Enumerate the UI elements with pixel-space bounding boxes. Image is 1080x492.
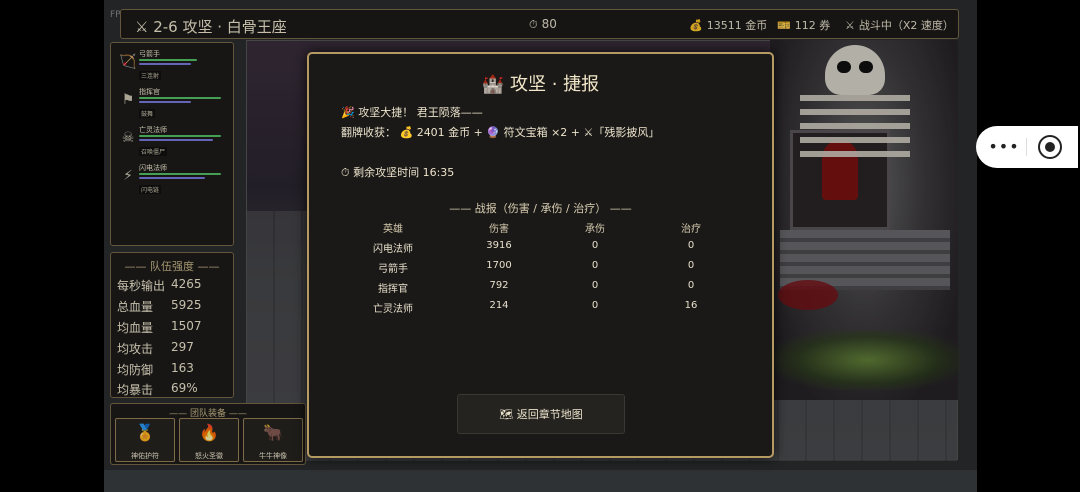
- castle-icon: 🏰: [481, 74, 505, 95]
- table-cell: 0: [687, 260, 695, 271]
- letterbox-right: [977, 0, 1080, 492]
- table-cell: 0: [591, 280, 599, 291]
- table-cell: 1700: [486, 260, 512, 271]
- return-to-chapter-map-button[interactable]: 🗺 返回章节地图: [457, 394, 625, 434]
- record-close-icon[interactable]: [1038, 135, 1062, 159]
- table-cell: 214: [489, 300, 509, 311]
- table-cell: 指挥官: [378, 284, 408, 295]
- table-cell: 16: [684, 300, 698, 311]
- table-cell: 闪电法师: [373, 244, 413, 255]
- column-header: 英雄: [383, 224, 403, 235]
- modal-title: 🏰 攻坚 · 捷报: [309, 70, 772, 96]
- table-cell: 0: [687, 280, 695, 291]
- table-cell: 0: [591, 240, 599, 251]
- more-dots-icon[interactable]: •••: [986, 138, 1022, 156]
- capsule-divider: [1026, 138, 1027, 156]
- modal-title-text: 攻坚 · 捷报: [509, 74, 600, 95]
- victory-report-modal: 🏰 攻坚 · 捷报 🎉 攻坚大捷！ 君王陨落—— 翻牌收获： 💰 2401 金币…: [307, 52, 774, 458]
- table-cell: 0: [591, 300, 599, 311]
- loot-text: 翻牌收获： 💰 2401 金币 + 🔮 符文宝箱 ×2 + ⚔「残影披风」: [341, 126, 660, 139]
- column-header: 伤害: [489, 224, 509, 235]
- table-cell: 0: [687, 240, 695, 251]
- table-cell: 弓箭手: [378, 264, 408, 275]
- letterbox-left: [0, 0, 104, 492]
- record-close-dot: [1045, 142, 1055, 152]
- table-cell: 亡灵法师: [373, 304, 413, 315]
- table-cell: 792: [489, 280, 509, 291]
- table-cell: 3916: [486, 240, 512, 251]
- table-cell: 0: [591, 260, 599, 271]
- column-header: 承伤: [585, 224, 605, 235]
- mini-program-capsule: •••: [976, 126, 1078, 168]
- victory-text: 🎉 攻坚大捷！ 君王陨落——: [341, 106, 483, 119]
- remaining-time-text: ⏱ 剩余攻坚时间 16:35: [341, 166, 455, 179]
- report-heading: —— 战报（伤害 / 承伤 / 治疗） ——: [449, 202, 632, 215]
- column-header: 治疗: [681, 224, 701, 235]
